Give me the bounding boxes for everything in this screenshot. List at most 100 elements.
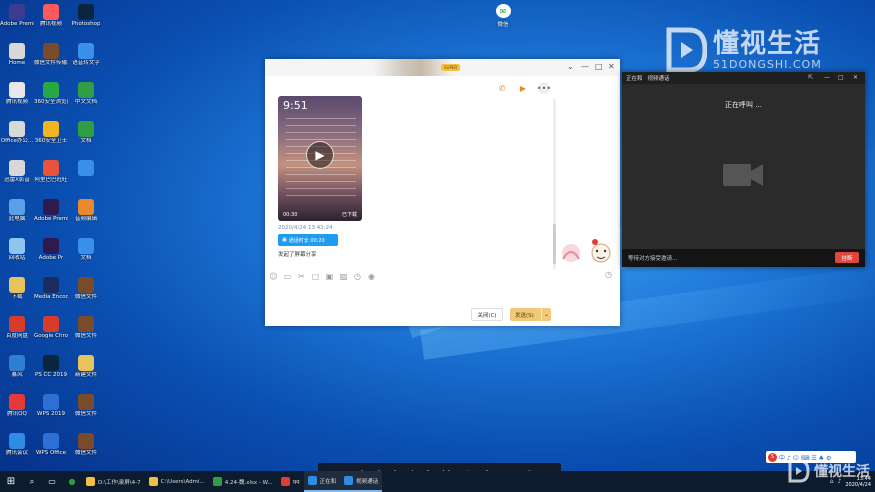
taskbar-items: D:\工作\录屏\4-7 C:\Users\Admi... 4.24-魏.xlsx … xyxy=(82,471,383,492)
desktop-icon[interactable]: 腾讯QQ xyxy=(0,392,34,431)
desktop-icon-label: 腾讯视频 xyxy=(5,99,28,105)
image-icon[interactable]: ▨ xyxy=(339,272,348,281)
app-icon xyxy=(9,355,25,371)
app-icon xyxy=(78,160,94,176)
app-icon xyxy=(78,121,94,137)
minimize-icon[interactable]: — xyxy=(824,74,830,81)
desktop-icon[interactable]: 腾讯视频 xyxy=(34,2,68,41)
taskbar-item-label: 视频通话 xyxy=(356,478,379,485)
desktop-icon[interactable] xyxy=(69,158,103,197)
close-icon[interactable]: ✕ xyxy=(608,62,615,71)
scissors-icon[interactable]: ✂ xyxy=(297,272,306,281)
taskbar-item[interactable]: D:\工作\录屏\4-7 xyxy=(82,471,145,492)
desktop-icon[interactable]: WPS Office xyxy=(34,431,68,470)
hangup-button[interactable]: 挂断 xyxy=(835,252,859,263)
watermark: 懂视生活 51DONGSHI.COM xyxy=(665,26,822,74)
desktop-icon[interactable]: 360安全卫士 xyxy=(34,119,68,158)
taskbar-item[interactable]: C:\Users\Admi... xyxy=(145,471,209,492)
desktop-icon-label: 微信文件传输... xyxy=(34,60,68,66)
desktop-icon[interactable]: Adobe Premiere xyxy=(34,197,68,236)
desktop-icon[interactable]: Adobe Pr xyxy=(34,236,68,275)
desktop-icon-wechat[interactable]: ✉ 微信 xyxy=(490,4,516,28)
desktop-icon[interactable]: 腾讯视频 xyxy=(0,80,34,119)
send-button-label: 发送(S) xyxy=(515,312,534,319)
desktop-icon-label: 下载 xyxy=(11,294,23,300)
taskbar-item[interactable]: 正在和 xyxy=(303,471,341,492)
video-call-bottom-bar: 等待对方接受邀请... 挂断 xyxy=(622,249,865,267)
gif-icon[interactable]: ▭ xyxy=(283,272,292,281)
task-view-icon[interactable]: ▭ xyxy=(42,471,62,492)
app-icon xyxy=(43,355,59,371)
desktop-icon[interactable]: 微信文件 xyxy=(69,431,103,470)
taskbar-item[interactable]: 4.24-魏.xlsx - W... xyxy=(209,471,277,492)
play-icon[interactable]: ▶ xyxy=(306,141,334,169)
app-icon xyxy=(86,477,95,486)
desktop-icon[interactable]: 文档 xyxy=(69,236,103,275)
desktop-icon[interactable]: 迅雷X影音 xyxy=(0,158,34,197)
desktop-icon[interactable]: 语音转文字 xyxy=(69,41,103,80)
browser-icon[interactable]: ● xyxy=(62,471,82,492)
desktop-icon[interactable]: 暴风 xyxy=(0,353,34,392)
emoji-icon[interactable]: ☺ xyxy=(269,272,278,281)
app-icon xyxy=(9,160,25,176)
waiting-text: 等待对方接受邀请... xyxy=(628,256,678,262)
minimize-icon[interactable]: — xyxy=(581,62,589,71)
desktop-icon[interactable]: 微信文件传输... xyxy=(34,41,68,80)
desktop-icon[interactable]: 文档 xyxy=(69,119,103,158)
desktop-icon[interactable]: Google Chrome xyxy=(34,314,68,353)
desktop-icon[interactable]: PS CC 2019 xyxy=(34,353,68,392)
video-message-thumbnail[interactable]: 9:51 ▶ 00:30 已下载 xyxy=(278,96,362,221)
calling-status: 正在呼叫 ... xyxy=(725,101,762,109)
call-duration-message[interactable]: ▣ 通话时长 00:20 xyxy=(278,234,338,246)
desktop-icon[interactable]: 腾讯会议 xyxy=(0,431,34,470)
desktop-icon[interactable]: 新建文件 xyxy=(69,353,103,392)
app-icon xyxy=(78,355,94,371)
mic-icon[interactable]: ◉ xyxy=(367,272,376,281)
windows-start-icon[interactable]: ⊞ xyxy=(0,471,22,492)
desktop-icon[interactable]: 微信文件 xyxy=(69,275,103,314)
app-icon xyxy=(78,199,94,215)
close-icon[interactable]: ✕ xyxy=(853,74,858,81)
close-button[interactable]: 关闭(C) xyxy=(471,308,503,321)
chat-title-bar[interactable]: SUPER ⌄ — □ ✕ xyxy=(265,59,620,76)
desktop-icon[interactable]: Home xyxy=(0,41,34,80)
desktop-icon[interactable]: 音频编辑 xyxy=(69,197,103,236)
taskbar-item[interactable]: 视频通话 xyxy=(340,471,383,492)
desktop-icon[interactable]: Media Encoder xyxy=(34,275,68,314)
app-icon xyxy=(9,199,25,215)
dropdown-icon[interactable]: ⌄ xyxy=(567,62,574,71)
desktop-icon-label: 回收站 xyxy=(8,255,26,261)
folder-icon[interactable]: ▢ xyxy=(311,272,320,281)
taskbar-item[interactable]: qq xyxy=(277,471,304,492)
clock-history-icon[interactable]: ◷ xyxy=(605,270,612,279)
desktop-icon[interactable]: Adobe Premiere... xyxy=(0,2,34,41)
app-icon xyxy=(78,394,94,410)
desktop-icon[interactable]: Photoshop xyxy=(69,2,103,41)
desktop-icon[interactable]: 360安全浏览器 xyxy=(34,80,68,119)
scrollbar-thumb[interactable] xyxy=(553,224,556,264)
pin-icon[interactable]: ⇱ xyxy=(808,74,813,81)
chevron-down-icon[interactable]: ⌄ xyxy=(541,308,551,321)
desktop-icon[interactable]: 下载 xyxy=(0,275,34,314)
video-camera-icon xyxy=(723,162,763,188)
maximize-icon[interactable]: □ xyxy=(838,74,844,81)
desktop-icon[interactable]: 阿里巴巴旺旺 xyxy=(34,158,68,197)
desktop-icon[interactable]: 百度网盘 xyxy=(0,314,34,353)
desktop-icon-label: 文档 xyxy=(80,138,92,144)
video-duration: 00:30 xyxy=(283,212,298,218)
desktop-icon[interactable]: Office办公... xyxy=(0,119,34,158)
screenshot-icon[interactable]: ▣ xyxy=(325,272,334,281)
desktop-icon[interactable]: 回收站 xyxy=(0,236,34,275)
maximize-icon[interactable]: □ xyxy=(595,62,603,71)
desktop-icon[interactable]: 微信文件 xyxy=(69,392,103,431)
search-icon[interactable]: ⌕ xyxy=(22,471,42,492)
desktop-icon[interactable]: 此电脑 xyxy=(0,197,34,236)
video-status: 已下载 xyxy=(341,212,357,218)
send-button[interactable]: 发送(S) ⌄ xyxy=(510,308,551,321)
history-icon[interactable]: ◷ xyxy=(353,272,362,281)
desktop-icon[interactable]: 中文文档 xyxy=(69,80,103,119)
desktop-icon[interactable]: WPS 2019 xyxy=(34,392,68,431)
desktop-icon[interactable]: 微信文件 xyxy=(69,314,103,353)
call-duration-label: 通话时长 00:20 xyxy=(288,237,325,244)
chat-scrollbar[interactable] xyxy=(553,99,556,269)
